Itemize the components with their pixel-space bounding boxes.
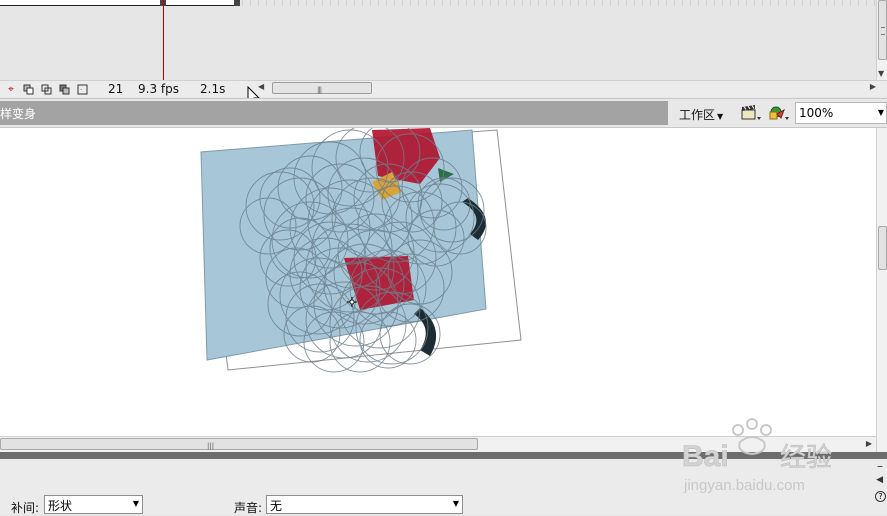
chevron-down-icon: ▼	[132, 499, 139, 508]
workspace-label: 工作区	[679, 108, 716, 122]
edit-symbol-icon[interactable]	[768, 104, 790, 122]
workspace-menu[interactable]: 工作区 ▼	[679, 106, 723, 123]
svg-text:·: ·	[80, 86, 82, 94]
stage-horizontal-scrollbar[interactable]: ||| ▶	[0, 436, 876, 452]
zoom-select[interactable]: 100% ▼	[795, 102, 887, 124]
panel-divider[interactable]	[0, 452, 887, 459]
frame-rate-readout[interactable]: 9.3 fps	[138, 82, 200, 96]
chevron-down-icon: ▼	[717, 112, 724, 121]
timeline-horizontal-scrollbar[interactable]: ◀ ||| ▶	[258, 81, 878, 96]
tween-value: 形状	[48, 499, 73, 513]
tween-label: 补间:	[11, 501, 40, 515]
stage-artwork[interactable]	[0, 128, 876, 436]
current-frame-readout: 21	[108, 82, 124, 96]
timeline-hscroll-thumb[interactable]: |||	[272, 82, 372, 94]
onion-skin-outlines-icon[interactable]	[40, 83, 54, 95]
sound-value: 无	[270, 499, 283, 513]
scroll-right-arrow-icon[interactable]: ▶	[866, 439, 872, 448]
zoom-value: 100%	[799, 106, 834, 120]
minimize-icon[interactable]: –	[877, 459, 883, 473]
scene-name[interactable]: 样变身	[0, 105, 36, 122]
grip-icon: |||	[317, 86, 322, 94]
modify-onion-markers-icon[interactable]: ·	[76, 83, 90, 95]
edit-bar: 样变身 工作区 ▼ 100% ▼	[0, 98, 887, 128]
scene-breadcrumb[interactable]: 样变身	[0, 101, 668, 125]
chevron-down-icon: ▼	[452, 499, 459, 508]
tween-select[interactable]: 形状 ▼	[44, 495, 143, 514]
chevron-down-icon: ▼	[877, 108, 884, 117]
elapsed-time-readout: 2.1s	[200, 82, 226, 96]
scroll-right-arrow-icon[interactable]: ▶	[870, 82, 876, 91]
onion-skin-icon[interactable]	[22, 83, 36, 95]
timeline-vscroll-thumb[interactable]	[878, 0, 887, 60]
stage-canvas[interactable]	[0, 128, 876, 436]
frame-ruler[interactable]	[0, 0, 240, 6]
properties-panel: – ◀ ? 补间: 形状 ▼ 声音: 无 ▼	[0, 459, 887, 515]
edit-multiple-frames-icon[interactable]	[58, 83, 72, 95]
playhead-line	[163, 0, 164, 80]
timeline-panel: ▼ ⌖ · 21 9.3 fps 2.1s ◀ ||| ▶	[0, 0, 887, 98]
edit-scene-icon[interactable]	[740, 104, 762, 122]
center-frame-icon[interactable]: ⌖	[4, 83, 18, 95]
scroll-down-arrow-icon[interactable]: ▼	[878, 69, 884, 78]
sound-label: 声音:	[234, 501, 263, 515]
collapse-arrow-icon[interactable]: ◀	[876, 475, 883, 485]
grip-icon: |||	[207, 442, 215, 450]
sound-select[interactable]: 无 ▼	[266, 495, 463, 514]
stage-hscroll-thumb[interactable]: |||	[0, 438, 478, 450]
frame-grid[interactable]	[242, 0, 882, 6]
stage-vscroll-thumb[interactable]	[878, 226, 887, 270]
stage-vertical-scrollbar[interactable]	[876, 128, 887, 452]
timeline-vertical-scrollbar[interactable]: ▼	[876, 0, 887, 80]
help-icon[interactable]: ?	[875, 491, 886, 502]
end-frame-marker	[234, 0, 240, 6]
